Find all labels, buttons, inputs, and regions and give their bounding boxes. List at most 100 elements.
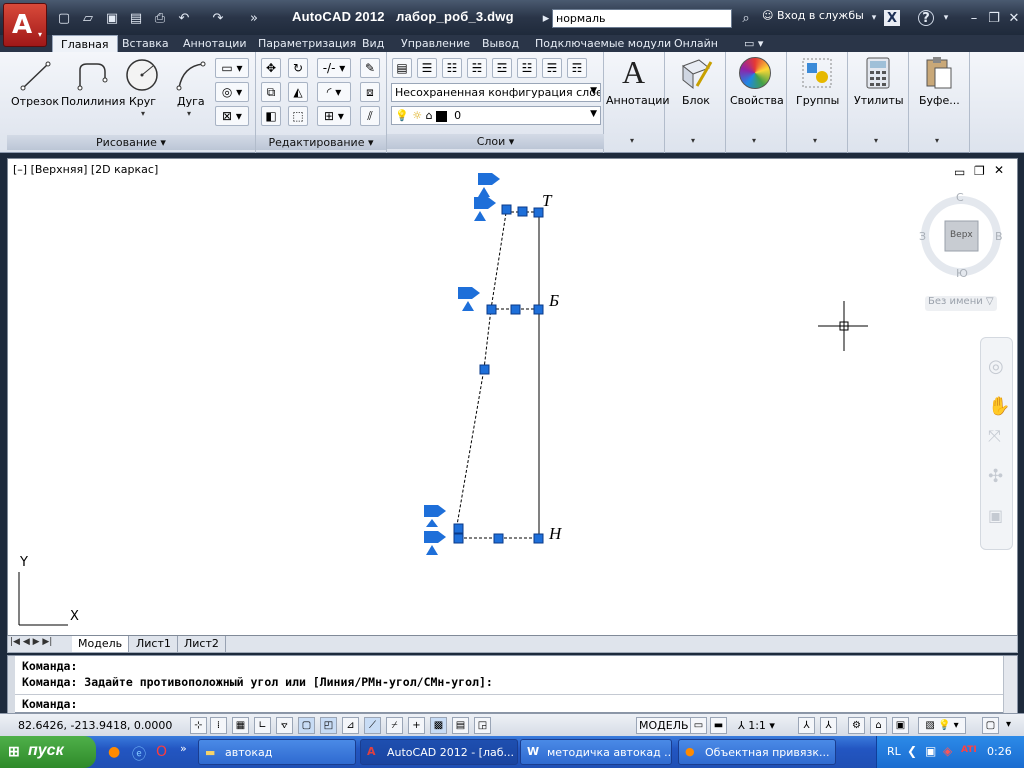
stretch-icon[interactable]: ◧ bbox=[261, 106, 281, 126]
chevron-down-icon[interactable]: ▾ bbox=[935, 136, 939, 145]
region-icon[interactable]: ⊠ ▾ bbox=[215, 106, 249, 126]
grip-points[interactable] bbox=[453, 204, 544, 544]
task-folder[interactable]: ▬ автокад bbox=[198, 739, 356, 765]
utilities-label[interactable]: Утилиты bbox=[854, 94, 904, 107]
tab-layout1[interactable]: Лист1 bbox=[130, 636, 178, 652]
properties-label[interactable]: Свойства bbox=[730, 94, 784, 107]
orbit-icon[interactable]: ✣ bbox=[988, 466, 1003, 487]
undo-icon[interactable]: ↶ bbox=[176, 10, 192, 26]
chevron-down-icon[interactable]: ▾ bbox=[938, 10, 954, 26]
otrack-icon[interactable]: ◰ bbox=[320, 717, 337, 734]
rectangle-icon[interactable]: ▭ ▾ bbox=[215, 58, 249, 78]
scale-icon[interactable]: ⬚ bbox=[288, 106, 308, 126]
array-icon[interactable]: ⊞ ▾ bbox=[317, 106, 351, 126]
block-insert-icon[interactable] bbox=[679, 58, 713, 90]
ortho-icon[interactable]: ∟ bbox=[254, 717, 271, 734]
sign-in-button[interactable]: ☺ Вход в службы bbox=[762, 9, 864, 22]
tab-home[interactable]: Главная bbox=[52, 35, 118, 53]
current-layer-select[interactable]: 💡 ☼ ⌂ 0 ▼ bbox=[391, 106, 601, 125]
ducs-icon[interactable]: ⊿ bbox=[342, 717, 359, 734]
osnap-icon[interactable]: ▢ bbox=[298, 717, 315, 734]
layer-iso-icon[interactable]: ☳ bbox=[517, 58, 537, 78]
chevron-down-icon[interactable]: ▾ bbox=[141, 109, 145, 118]
fillet-icon[interactable]: ◜ ▾ bbox=[317, 82, 351, 102]
chevron-down-icon[interactable]: ▾ bbox=[752, 136, 756, 145]
ati-icon[interactable]: ATI bbox=[961, 745, 977, 755]
polyline-icon[interactable] bbox=[77, 60, 109, 92]
clipboard-label[interactable]: Буфе... bbox=[919, 94, 960, 107]
auto-scale-icon[interactable]: ⅄ bbox=[820, 717, 837, 734]
color-wheel-icon[interactable] bbox=[739, 57, 771, 89]
chevron-down-icon[interactable]: ▾ bbox=[866, 10, 882, 26]
clean-screen-icon[interactable]: ▢ bbox=[982, 717, 999, 734]
restore-icon[interactable]: ❐ bbox=[986, 10, 1002, 26]
hardware-acceleration-icon[interactable]: ▣ bbox=[892, 717, 909, 734]
explode-icon[interactable]: ⧈ bbox=[360, 82, 380, 102]
block-label[interactable]: Блок bbox=[682, 94, 710, 107]
circle-icon[interactable] bbox=[125, 58, 159, 92]
draw-panel-footer[interactable]: Рисование ▾ bbox=[7, 135, 255, 150]
layers-panel-footer[interactable]: Слои ▾ bbox=[387, 134, 604, 149]
modify-panel-footer[interactable]: Редактирование ▾ bbox=[256, 135, 386, 150]
layer-properties-icon[interactable]: ▤ bbox=[392, 58, 412, 78]
coordinate-readout[interactable]: 82.6426, -213.9418, 0.0000 bbox=[18, 719, 172, 732]
chevron-down-icon[interactable]: ▾ bbox=[813, 136, 817, 145]
command-grip[interactable] bbox=[8, 656, 15, 713]
language-indicator[interactable]: RL bbox=[887, 745, 901, 758]
tab-online[interactable]: Онлайн bbox=[674, 35, 718, 52]
trim-icon[interactable]: -/- ▾ bbox=[317, 58, 351, 78]
tab-layout2[interactable]: Лист2 bbox=[178, 636, 226, 652]
copy-icon[interactable]: ⧉ bbox=[261, 82, 281, 102]
annotation-monitor-icon[interactable]: ◲ bbox=[474, 717, 491, 734]
save-as-icon[interactable]: ▤ bbox=[128, 10, 144, 26]
tab-manage[interactable]: Управление bbox=[401, 35, 470, 52]
annotation-visibility-icon[interactable]: ⅄ bbox=[798, 717, 815, 734]
chevron-down-icon[interactable]: ▾ bbox=[691, 136, 695, 145]
open-file-icon[interactable]: ▱ bbox=[80, 10, 96, 26]
arc-icon[interactable] bbox=[175, 60, 207, 92]
more-icon[interactable]: » bbox=[246, 10, 262, 26]
opera-icon[interactable]: O bbox=[156, 744, 167, 760]
infer-constraints-icon[interactable]: ⊹ bbox=[190, 717, 207, 734]
move-icon[interactable]: ✥ bbox=[261, 58, 281, 78]
tab-annotate[interactable]: Аннотации bbox=[183, 35, 247, 52]
layer-match-icon[interactable]: ☶ bbox=[567, 58, 587, 78]
selection-cycling-icon[interactable]: ▤ bbox=[452, 717, 469, 734]
layer-off-icon[interactable]: ☷ bbox=[442, 58, 462, 78]
close-icon[interactable]: ✕ bbox=[1006, 10, 1022, 26]
layer-freeze-icon[interactable]: ☵ bbox=[467, 58, 487, 78]
text-icon[interactable]: A bbox=[622, 54, 645, 91]
dashed-polyline[interactable] bbox=[455, 212, 507, 539]
showmotion-icon[interactable]: ▣ bbox=[988, 506, 1003, 525]
tab-parametric[interactable]: Параметризация bbox=[258, 35, 356, 52]
start-button[interactable]: ⊞ пуск bbox=[0, 736, 96, 768]
annotation-scale[interactable]: ⅄ 1:1 ▾ bbox=[738, 719, 775, 732]
tray-expand-icon[interactable]: ❮ bbox=[907, 744, 917, 758]
group-icon[interactable] bbox=[801, 57, 833, 89]
tab-insert[interactable]: Вставка bbox=[122, 35, 169, 52]
layout-nav-arrows[interactable]: |◀ ◀ ▶ ▶| bbox=[10, 637, 52, 647]
dyn-icon[interactable]: ⟋ bbox=[364, 717, 381, 734]
offset-icon[interactable]: ⫽ bbox=[360, 106, 380, 126]
exchange-icon[interactable]: X bbox=[884, 10, 900, 26]
minimize-icon[interactable]: – bbox=[966, 10, 982, 26]
grid-icon[interactable]: ▦ bbox=[232, 717, 249, 734]
transparency-icon[interactable]: + bbox=[408, 717, 425, 734]
print-icon[interactable]: ⎙ bbox=[152, 10, 168, 26]
tab-view[interactable]: Вид bbox=[362, 35, 384, 52]
command-window[interactable]: Команда: Команда: Задайте противоположны… bbox=[7, 655, 1018, 713]
annotation-label[interactable]: Аннотации bbox=[606, 94, 670, 107]
chevron-down-icon[interactable]: ▾ bbox=[187, 109, 191, 118]
layer-walk-icon[interactable]: ☴ bbox=[542, 58, 562, 78]
layer-icon[interactable]: ☰ bbox=[417, 58, 437, 78]
mirror-icon[interactable]: ◭ bbox=[288, 82, 308, 102]
isolate-objects-icon[interactable]: ▧ 💡 ▾ bbox=[918, 717, 966, 734]
chevron-down-icon[interactable]: ▾ bbox=[874, 136, 878, 145]
rotate-icon[interactable]: ↻ bbox=[288, 58, 308, 78]
drawing-area[interactable]: [–] [Верхняя] [2D каркас] ▭ ❐ ✕ Т Б Н С … bbox=[7, 158, 1018, 636]
firefox-icon[interactable]: ● bbox=[108, 744, 120, 760]
binoculars-icon[interactable]: ⌕ bbox=[738, 10, 754, 26]
chevron-down-icon[interactable]: ▾ bbox=[630, 136, 634, 145]
viewcube-south[interactable]: Ю bbox=[956, 267, 968, 280]
save-icon[interactable]: ▣ bbox=[104, 10, 120, 26]
